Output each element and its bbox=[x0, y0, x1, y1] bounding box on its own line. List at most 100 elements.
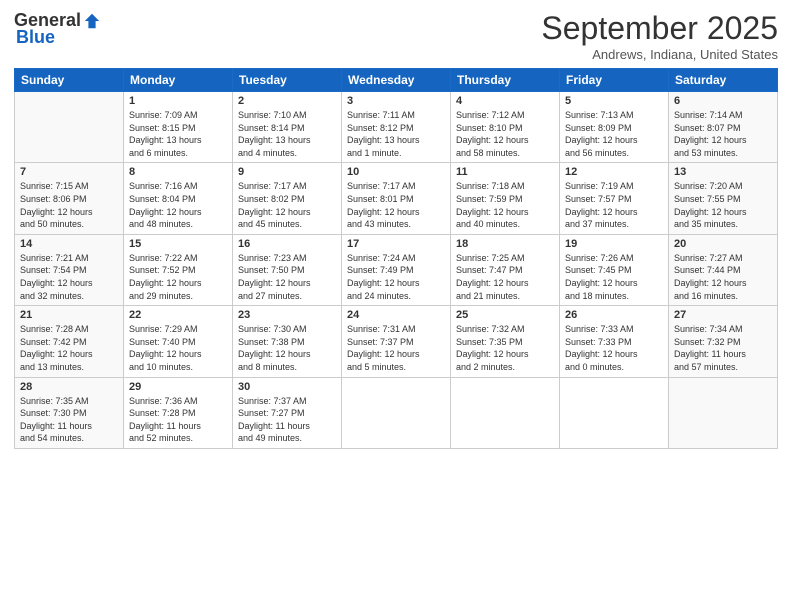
day-number: 29 bbox=[129, 381, 227, 393]
calendar-day-cell: 11 Sunrise: 7:18 AMSunset: 7:59 PMDayligh… bbox=[451, 163, 560, 234]
calendar-day-cell: 6 Sunrise: 7:14 AMSunset: 8:07 PMDaylight… bbox=[669, 92, 778, 163]
calendar-day-cell: 30 Sunrise: 7:37 AMSunset: 7:27 PMDayligh… bbox=[233, 377, 342, 448]
day-info: Sunrise: 7:35 AMSunset: 7:30 PMDaylight:… bbox=[20, 395, 118, 445]
logo-icon bbox=[83, 12, 101, 30]
calendar-day-cell: 25Sunrise: 7:32 AMSunset: 7:35 PMDayligh… bbox=[451, 306, 560, 377]
calendar-day-cell: 1 Sunrise: 7:09 AMSunset: 8:15 PMDaylight… bbox=[124, 92, 233, 163]
day-info: Sunrise: 7:36 AMSunset: 7:28 PMDaylight:… bbox=[129, 395, 227, 445]
day-number: 18 bbox=[456, 238, 554, 250]
calendar-day-cell bbox=[15, 92, 124, 163]
day-number: 12 bbox=[565, 166, 663, 178]
day-number: 19 bbox=[565, 238, 663, 250]
day-number: 22 bbox=[129, 309, 227, 321]
day-info: Sunrise: 7:17 AMSunset: 8:01 PMDaylight:… bbox=[347, 180, 445, 230]
calendar-day-cell: 15 Sunrise: 7:22 AMSunset: 7:52 PMDayligh… bbox=[124, 234, 233, 305]
weekday-header: Saturday bbox=[669, 69, 778, 92]
day-info: Sunrise: 7:12 AMSunset: 8:10 PMDaylight:… bbox=[456, 109, 554, 159]
calendar-day-cell: 10 Sunrise: 7:17 AMSunset: 8:01 PMDayligh… bbox=[342, 163, 451, 234]
day-number: 8 bbox=[129, 166, 227, 178]
calendar-day-cell: 14 Sunrise: 7:21 AMSunset: 7:54 PMDayligh… bbox=[15, 234, 124, 305]
day-number: 17 bbox=[347, 238, 445, 250]
day-number: 27 bbox=[674, 309, 772, 321]
calendar-week-row: 28 Sunrise: 7:35 AMSunset: 7:30 PMDayligh… bbox=[15, 377, 778, 448]
day-number: 30 bbox=[238, 381, 336, 393]
day-number: 20 bbox=[674, 238, 772, 250]
day-info: Sunrise: 7:14 AMSunset: 8:07 PMDaylight:… bbox=[674, 109, 772, 159]
calendar-week-row: 14 Sunrise: 7:21 AMSunset: 7:54 PMDayligh… bbox=[15, 234, 778, 305]
day-number: 13 bbox=[674, 166, 772, 178]
day-number: 3 bbox=[347, 95, 445, 107]
header: General Blue September 2025 Andrews, Ind… bbox=[14, 10, 778, 62]
day-info: Sunrise: 7:37 AMSunset: 7:27 PMDaylight:… bbox=[238, 395, 336, 445]
day-number: 24 bbox=[347, 309, 445, 321]
day-info: Sunrise: 7:23 AMSunset: 7:50 PMDaylight:… bbox=[238, 252, 336, 302]
day-info: Sunrise: 7:17 AMSunset: 8:02 PMDaylight:… bbox=[238, 180, 336, 230]
day-info: Sunrise: 7:24 AMSunset: 7:49 PMDaylight:… bbox=[347, 252, 445, 302]
calendar-day-cell: 18 Sunrise: 7:25 AMSunset: 7:47 PMDayligh… bbox=[451, 234, 560, 305]
page-container: General Blue September 2025 Andrews, Ind… bbox=[0, 0, 792, 612]
calendar-day-cell: 29 Sunrise: 7:36 AMSunset: 7:28 PMDayligh… bbox=[124, 377, 233, 448]
logo: General Blue bbox=[14, 10, 101, 48]
day-number: 4 bbox=[456, 95, 554, 107]
logo-blue-text: Blue bbox=[16, 27, 55, 48]
day-number: 21 bbox=[20, 309, 118, 321]
calendar-day-cell: 28 Sunrise: 7:35 AMSunset: 7:30 PMDayligh… bbox=[15, 377, 124, 448]
calendar-day-cell: 12 Sunrise: 7:19 AMSunset: 7:57 PMDayligh… bbox=[560, 163, 669, 234]
calendar-day-cell: 21 Sunrise: 7:28 AMSunset: 7:42 PMDayligh… bbox=[15, 306, 124, 377]
calendar-day-cell bbox=[451, 377, 560, 448]
weekday-header: Tuesday bbox=[233, 69, 342, 92]
day-number: 5 bbox=[565, 95, 663, 107]
day-info: Sunrise: 7:33 AMSunset: 7:33 PMDaylight:… bbox=[565, 323, 663, 373]
day-info: Sunrise: 7:11 AMSunset: 8:12 PMDaylight:… bbox=[347, 109, 445, 159]
day-info: Sunrise: 7:34 AMSunset: 7:32 PMDaylight:… bbox=[674, 323, 772, 373]
calendar-day-cell bbox=[560, 377, 669, 448]
weekday-header: Thursday bbox=[451, 69, 560, 92]
day-info: Sunrise: 7:21 AMSunset: 7:54 PMDaylight:… bbox=[20, 252, 118, 302]
calendar-day-cell bbox=[669, 377, 778, 448]
day-number: 23 bbox=[238, 309, 336, 321]
day-number: 10 bbox=[347, 166, 445, 178]
weekday-header: Sunday bbox=[15, 69, 124, 92]
day-number: 28 bbox=[20, 381, 118, 393]
day-number: 9 bbox=[238, 166, 336, 178]
day-info: Sunrise: 7:18 AMSunset: 7:59 PMDaylight:… bbox=[456, 180, 554, 230]
day-info: Sunrise: 7:27 AMSunset: 7:44 PMDaylight:… bbox=[674, 252, 772, 302]
day-number: 6 bbox=[674, 95, 772, 107]
calendar-day-cell: 9 Sunrise: 7:17 AMSunset: 8:02 PMDaylight… bbox=[233, 163, 342, 234]
day-number: 26 bbox=[565, 309, 663, 321]
calendar-day-cell: 16 Sunrise: 7:23 AMSunset: 7:50 PMDayligh… bbox=[233, 234, 342, 305]
calendar-week-row: 1 Sunrise: 7:09 AMSunset: 8:15 PMDaylight… bbox=[15, 92, 778, 163]
day-info: Sunrise: 7:15 AMSunset: 8:06 PMDaylight:… bbox=[20, 180, 118, 230]
calendar-day-cell: 5 Sunrise: 7:13 AMSunset: 8:09 PMDaylight… bbox=[560, 92, 669, 163]
day-info: Sunrise: 7:22 AMSunset: 7:52 PMDaylight:… bbox=[129, 252, 227, 302]
day-info: Sunrise: 7:25 AMSunset: 7:47 PMDaylight:… bbox=[456, 252, 554, 302]
calendar-week-row: 7Sunrise: 7:15 AMSunset: 8:06 PMDaylight… bbox=[15, 163, 778, 234]
weekday-header: Monday bbox=[124, 69, 233, 92]
calendar-day-cell: 3 Sunrise: 7:11 AMSunset: 8:12 PMDaylight… bbox=[342, 92, 451, 163]
day-number: 16 bbox=[238, 238, 336, 250]
day-number: 15 bbox=[129, 238, 227, 250]
weekday-header: Friday bbox=[560, 69, 669, 92]
day-number: 11 bbox=[456, 166, 554, 178]
title-block: September 2025 Andrews, Indiana, United … bbox=[541, 10, 778, 62]
calendar-day-cell: 23 Sunrise: 7:30 AMSunset: 7:38 PMDayligh… bbox=[233, 306, 342, 377]
day-info: Sunrise: 7:13 AMSunset: 8:09 PMDaylight:… bbox=[565, 109, 663, 159]
calendar-day-cell: 17 Sunrise: 7:24 AMSunset: 7:49 PMDayligh… bbox=[342, 234, 451, 305]
day-info: Sunrise: 7:28 AMSunset: 7:42 PMDaylight:… bbox=[20, 323, 118, 373]
calendar-day-cell: 20 Sunrise: 7:27 AMSunset: 7:44 PMDayligh… bbox=[669, 234, 778, 305]
calendar-day-cell: 19Sunrise: 7:26 AMSunset: 7:45 PMDayligh… bbox=[560, 234, 669, 305]
day-number: 25 bbox=[456, 309, 554, 321]
calendar-day-cell: 24 Sunrise: 7:31 AMSunset: 7:37 PMDayligh… bbox=[342, 306, 451, 377]
day-info: Sunrise: 7:10 AMSunset: 8:14 PMDaylight:… bbox=[238, 109, 336, 159]
day-info: Sunrise: 7:31 AMSunset: 7:37 PMDaylight:… bbox=[347, 323, 445, 373]
day-number: 1 bbox=[129, 95, 227, 107]
day-number: 2 bbox=[238, 95, 336, 107]
weekday-header: Wednesday bbox=[342, 69, 451, 92]
day-number: 14 bbox=[20, 238, 118, 250]
day-info: Sunrise: 7:16 AMSunset: 8:04 PMDaylight:… bbox=[129, 180, 227, 230]
day-info: Sunrise: 7:09 AMSunset: 8:15 PMDaylight:… bbox=[129, 109, 227, 159]
day-info: Sunrise: 7:19 AMSunset: 7:57 PMDaylight:… bbox=[565, 180, 663, 230]
month-title: September 2025 bbox=[541, 10, 778, 47]
calendar-day-cell: 26 Sunrise: 7:33 AMSunset: 7:33 PMDayligh… bbox=[560, 306, 669, 377]
day-info: Sunrise: 7:30 AMSunset: 7:38 PMDaylight:… bbox=[238, 323, 336, 373]
